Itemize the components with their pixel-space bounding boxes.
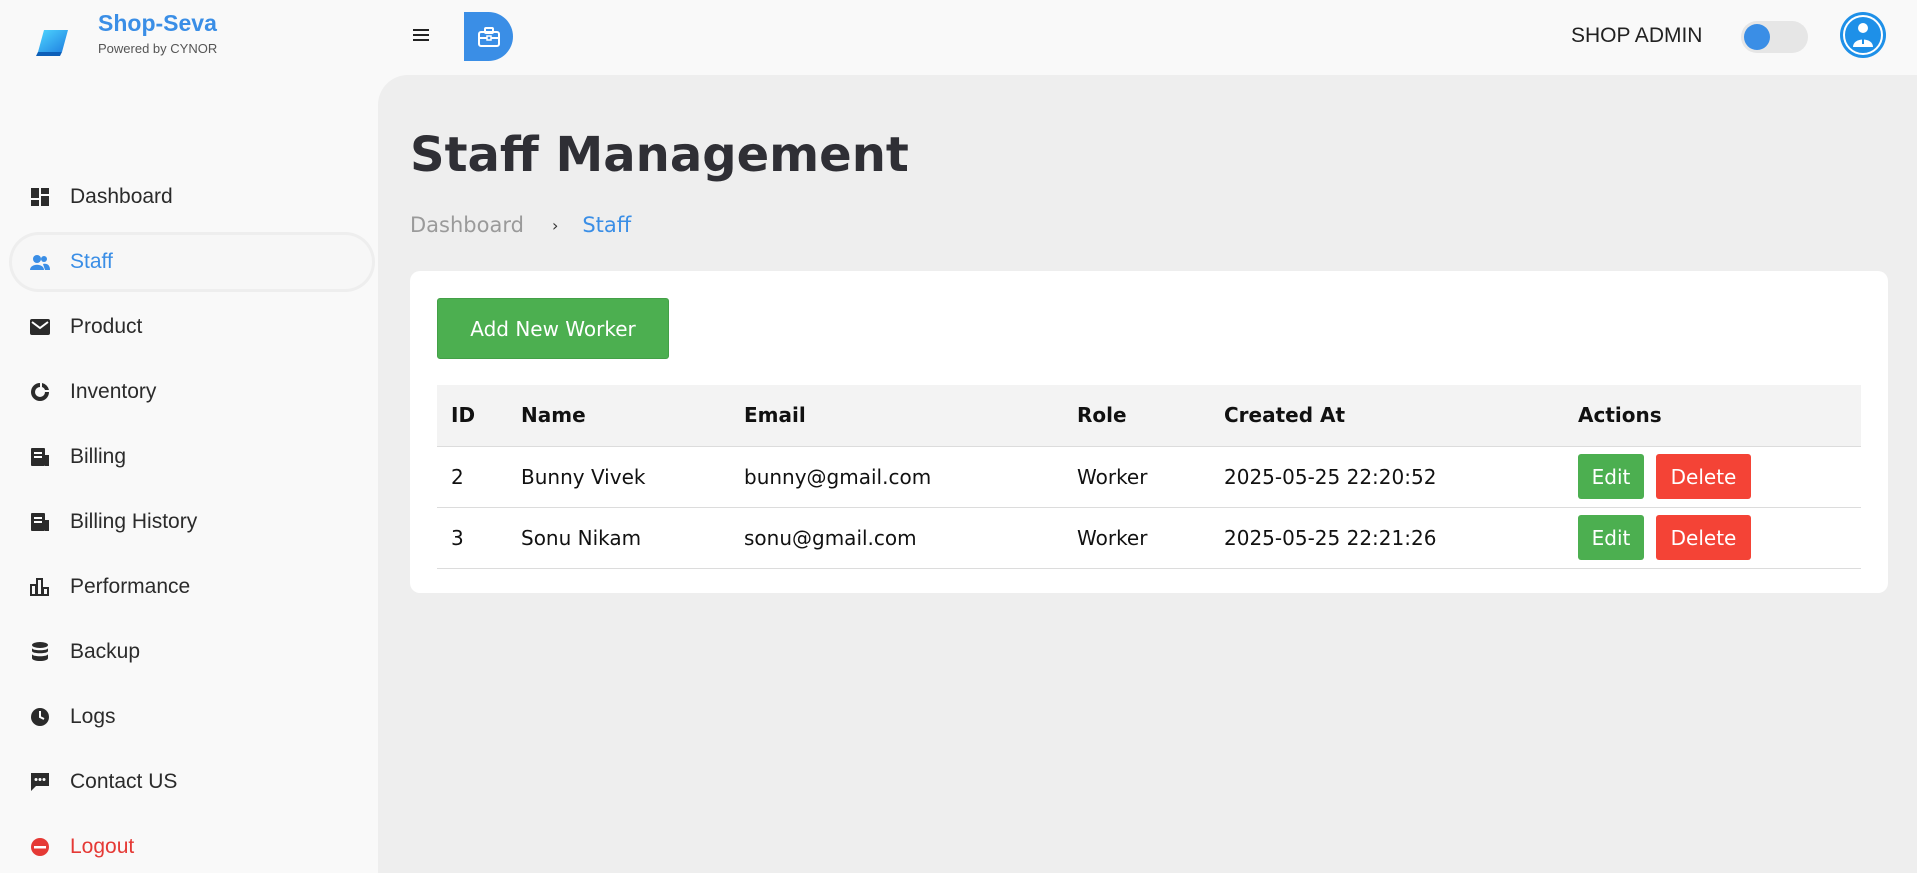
theme-toggle[interactable] <box>1741 21 1808 53</box>
sidebar-item-label: Billing <box>70 445 127 468</box>
sidebar-item-backup[interactable]: Backup <box>12 625 372 679</box>
receipt-icon <box>29 511 51 533</box>
sidebar-item-label: Logs <box>70 705 116 728</box>
chat-icon <box>29 771 51 793</box>
cell-role: Worker <box>1063 507 1210 569</box>
column-header-role[interactable]: Role <box>1063 385 1210 447</box>
clock-icon <box>29 706 51 728</box>
sidebar-item-staff[interactable]: Staff <box>12 235 372 289</box>
page-title: Staff Management <box>410 127 909 183</box>
cell-id: 3 <box>437 507 507 569</box>
delete-button[interactable]: Delete <box>1656 454 1751 499</box>
sidebar-item-dashboard[interactable]: Dashboard <box>12 170 372 224</box>
breadcrumb-home-link[interactable]: Dashboard <box>410 213 524 237</box>
avatar[interactable] <box>1840 12 1886 58</box>
cell-role: Worker <box>1063 446 1210 508</box>
breadcrumb: Dashboard › Staff <box>410 213 631 237</box>
top-bar: Shop-Seva Powered by CYNOR SHOP ADMIN <box>0 0 1917 75</box>
brand-logo-icon <box>36 30 68 56</box>
cell-actions: Edit Delete <box>1564 446 1861 508</box>
brand-name: Shop-Seva <box>98 10 217 36</box>
cell-created-at: 2025-05-25 22:21:26 <box>1210 507 1564 569</box>
sidebar-item-label: Contact US <box>70 770 178 793</box>
cell-id: 2 <box>437 446 507 508</box>
edit-button[interactable]: Edit <box>1578 454 1644 499</box>
sidebar-item-inventory[interactable]: Inventory <box>12 365 372 419</box>
toggle-knob <box>1744 24 1770 50</box>
sidebar-item-performance[interactable]: Performance <box>12 560 372 614</box>
column-header-name[interactable]: Name <box>507 385 730 447</box>
briefcase-icon <box>477 26 500 47</box>
cell-email: bunny@gmail.com <box>730 446 1063 508</box>
sidebar-item-logout[interactable]: Logout <box>12 820 372 873</box>
sidebar-item-label: Billing History <box>70 510 198 533</box>
sidebar-item-label: Logout <box>70 835 135 858</box>
mail-icon <box>29 316 51 338</box>
main-content: Staff Management Dashboard › Staff Add N… <box>378 75 1917 873</box>
sidebar-item-contact-us[interactable]: Contact US <box>12 755 372 809</box>
column-header-email[interactable]: Email <box>730 385 1063 447</box>
user-icon <box>1843 15 1883 55</box>
logout-icon <box>29 836 51 858</box>
sidebar-item-logs[interactable]: Logs <box>12 690 372 744</box>
sidebar: Dashboard Staff Product Inventory Billin… <box>0 75 378 873</box>
chevron-right-icon: › <box>551 215 559 235</box>
receipt-icon <box>29 446 51 468</box>
database-icon <box>29 641 51 663</box>
breadcrumb-current: Staff <box>582 213 632 237</box>
table-header-row: ID Name Email Role Created At Actions <box>437 385 1861 447</box>
column-header-actions: Actions <box>1564 385 1861 447</box>
sidebar-item-label: Inventory <box>70 380 157 403</box>
sidebar-item-label: Performance <box>70 575 191 598</box>
edit-button[interactable]: Edit <box>1578 515 1644 560</box>
cell-name: Bunny Vivek <box>507 446 730 508</box>
sidebar-item-billing[interactable]: Billing <box>12 430 372 484</box>
donut-icon <box>29 381 51 403</box>
cell-created-at: 2025-05-25 22:20:52 <box>1210 446 1564 508</box>
column-header-id[interactable]: ID <box>437 385 507 447</box>
cell-email: sonu@gmail.com <box>730 507 1063 569</box>
table-row: 3 Sonu Nikam sonu@gmail.com Worker 2025-… <box>437 507 1861 569</box>
table-row: 2 Bunny Vivek bunny@gmail.com Worker 202… <box>437 446 1861 508</box>
add-new-worker-button[interactable]: Add New Worker <box>437 298 669 359</box>
role-label: SHOP ADMIN <box>1571 24 1703 47</box>
dashboard-icon <box>29 186 51 208</box>
sidebar-item-billing-history[interactable]: Billing History <box>12 495 372 549</box>
staff-table: ID Name Email Role Created At Actions 2 … <box>437 385 1861 569</box>
cell-name: Sonu Nikam <box>507 507 730 569</box>
column-header-created-at[interactable]: Created At <box>1210 385 1564 447</box>
delete-button[interactable]: Delete <box>1656 515 1751 560</box>
brand-subtitle: Powered by CYNOR <box>98 41 218 56</box>
people-icon <box>29 251 51 273</box>
sidebar-item-label: Dashboard <box>70 185 173 208</box>
briefcase-button[interactable] <box>464 12 513 61</box>
sidebar-item-label: Product <box>70 315 143 338</box>
hamburger-menu-icon[interactable] <box>408 22 434 48</box>
sidebar-item-product[interactable]: Product <box>12 300 372 354</box>
sidebar-item-label: Staff <box>70 250 113 273</box>
bar-chart-icon <box>29 576 51 598</box>
staff-card: Add New Worker ID Name Email Role Create… <box>410 271 1888 593</box>
sidebar-item-label: Backup <box>70 640 141 663</box>
cell-actions: Edit Delete <box>1564 507 1861 569</box>
